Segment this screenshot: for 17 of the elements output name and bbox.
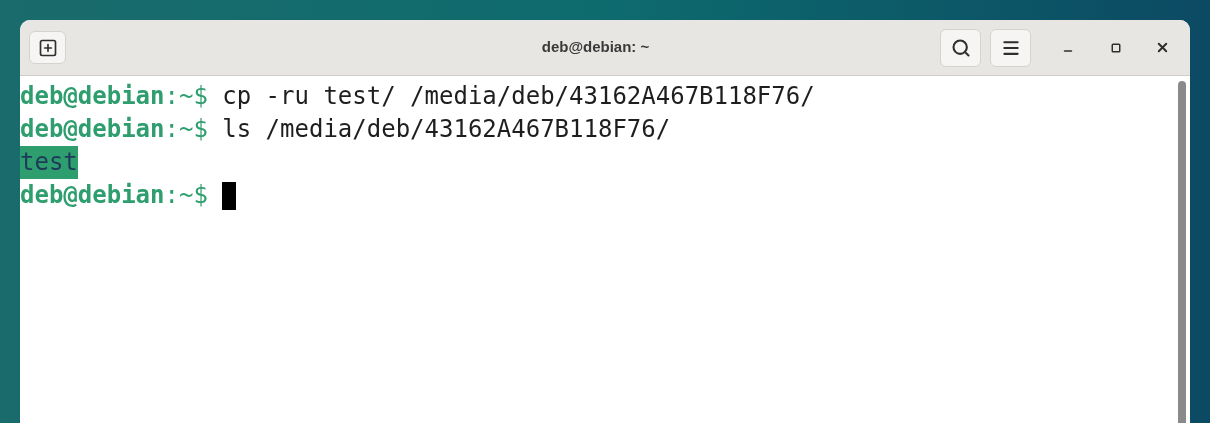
menu-button[interactable] — [990, 28, 1031, 67]
command-text: ls /media/deb/43162A467B118F76/ — [222, 114, 671, 145]
window-title: deb@debian: ~ — [541, 37, 650, 58]
output-text: test — [20, 146, 78, 179]
prompt-path: :~$ — [164, 114, 208, 145]
prompt-path: :~$ — [164, 180, 208, 211]
scrollbar-thumb[interactable] — [1178, 81, 1186, 423]
prompt-user-host: deb@debian — [20, 180, 165, 211]
prompt-path: :~$ — [164, 81, 208, 112]
maximize-icon — [1111, 42, 1121, 53]
search-button[interactable] — [940, 28, 981, 67]
new-tab-button[interactable] — [29, 31, 66, 64]
command-text: cp -ru test/ /media/deb/43162A467B118F76/ — [222, 81, 815, 112]
search-icon — [950, 37, 971, 58]
plus-square-icon — [37, 37, 58, 58]
prompt-user-host: deb@debian — [20, 114, 165, 145]
prompt-user-host: deb@debian — [20, 81, 165, 112]
